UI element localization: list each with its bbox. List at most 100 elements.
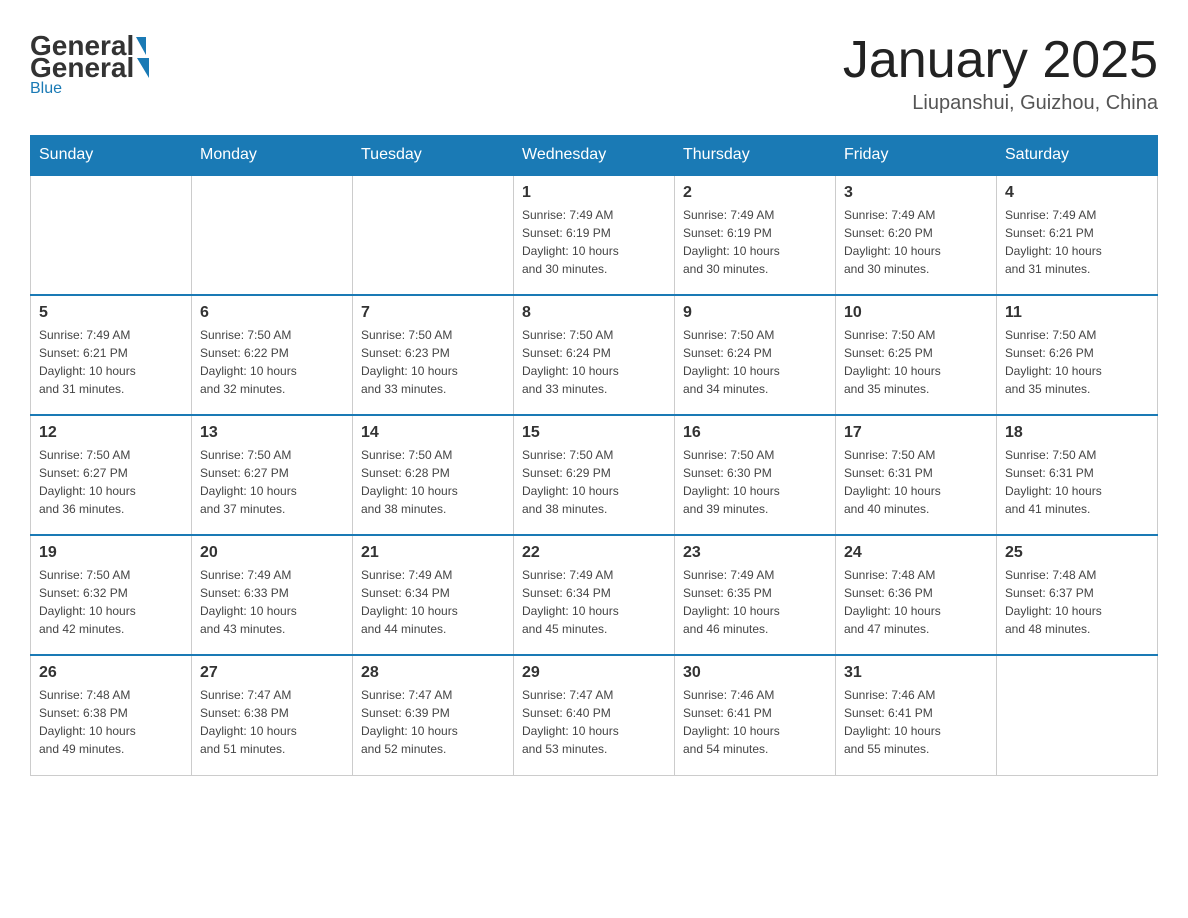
day-info: Sunrise: 7:50 AMSunset: 6:29 PMDaylight:…: [522, 446, 666, 518]
day-info: Sunrise: 7:50 AMSunset: 6:27 PMDaylight:…: [39, 446, 183, 518]
calendar-cell: 21 Sunrise: 7:49 AMSunset: 6:34 PMDayligh…: [353, 535, 514, 655]
day-number: 23: [683, 544, 827, 562]
calendar-cell: 31 Sunrise: 7:46 AMSunset: 6:41 PMDayligh…: [836, 655, 997, 775]
calendar-cell: 8Sunrise: 7:50 AMSunset: 6:24 PMDaylight…: [514, 295, 675, 415]
calendar-cell: 5Sunrise: 7:49 AMSunset: 6:21 PMDaylight…: [31, 295, 192, 415]
month-title: January 2025: [843, 30, 1158, 90]
day-number: 12: [39, 424, 183, 442]
day-number: 31: [844, 664, 988, 682]
day-number: 9: [683, 304, 827, 322]
day-info: Sunrise: 7:49 AMSunset: 6:20 PMDaylight:…: [844, 206, 988, 278]
calendar-cell: 14 Sunrise: 7:50 AMSunset: 6:28 PMDayligh…: [353, 415, 514, 535]
day-number: 14: [361, 424, 505, 442]
day-info: Sunrise: 7:50 AMSunset: 6:32 PMDaylight:…: [39, 566, 183, 638]
calendar-cell: 7 Sunrise: 7:50 AMSunset: 6:23 PMDaylight…: [353, 295, 514, 415]
day-number: 21: [361, 544, 505, 562]
calendar-week-4: 19 Sunrise: 7:50 AMSunset: 6:32 PMDayligh…: [31, 535, 1158, 655]
day-number: 3: [844, 184, 988, 202]
calendar-week-1: 1 Sunrise: 7:49 AMSunset: 6:19 PMDaylight…: [31, 175, 1158, 295]
calendar-cell: 29 Sunrise: 7:47 AMSunset: 6:40 PMDayligh…: [514, 655, 675, 775]
calendar-header-monday: Monday: [192, 136, 353, 176]
day-info: Sunrise: 7:50 AMSunset: 6:30 PMDaylight:…: [683, 446, 827, 518]
calendar-cell: 15 Sunrise: 7:50 AMSunset: 6:29 PMDayligh…: [514, 415, 675, 535]
day-number: 6: [200, 304, 344, 322]
calendar-cell: 17 Sunrise: 7:50 AMSunset: 6:31 PMDayligh…: [836, 415, 997, 535]
day-number: 17: [844, 424, 988, 442]
day-number: 18: [1005, 424, 1149, 442]
day-number: 28: [361, 664, 505, 682]
day-info: Sunrise: 7:50 AMSunset: 6:25 PMDaylight:…: [844, 326, 988, 398]
calendar-cell: 23Sunrise: 7:49 AMSunset: 6:35 PMDayligh…: [675, 535, 836, 655]
day-info: Sunrise: 7:50 AMSunset: 6:24 PMDaylight:…: [522, 326, 666, 398]
calendar-cell: 22 Sunrise: 7:49 AMSunset: 6:34 PMDayligh…: [514, 535, 675, 655]
day-number: 7: [361, 304, 505, 322]
day-info: Sunrise: 7:50 AMSunset: 6:31 PMDaylight:…: [844, 446, 988, 518]
calendar-cell: 20 Sunrise: 7:49 AMSunset: 6:33 PMDayligh…: [192, 535, 353, 655]
page-header: General General Blue January 2025 Liupan…: [30, 30, 1158, 115]
day-number: 15: [522, 424, 666, 442]
calendar-cell: 30 Sunrise: 7:46 AMSunset: 6:41 PMDayligh…: [675, 655, 836, 775]
calendar-cell: [997, 655, 1158, 775]
calendar-cell: 10 Sunrise: 7:50 AMSunset: 6:25 PMDayligh…: [836, 295, 997, 415]
calendar-header-thursday: Thursday: [675, 136, 836, 176]
calendar-week-2: 5Sunrise: 7:49 AMSunset: 6:21 PMDaylight…: [31, 295, 1158, 415]
calendar-cell: 11 Sunrise: 7:50 AMSunset: 6:26 PMDayligh…: [997, 295, 1158, 415]
calendar-cell: 4Sunrise: 7:49 AMSunset: 6:21 PMDaylight…: [997, 175, 1158, 295]
day-info: Sunrise: 7:49 AMSunset: 6:34 PMDaylight:…: [361, 566, 505, 638]
calendar-cell: 2Sunrise: 7:49 AMSunset: 6:19 PMDaylight…: [675, 175, 836, 295]
day-info: Sunrise: 7:47 AMSunset: 6:39 PMDaylight:…: [361, 686, 505, 758]
day-number: 20: [200, 544, 344, 562]
day-number: 11: [1005, 304, 1149, 322]
day-number: 10: [844, 304, 988, 322]
day-number: 29: [522, 664, 666, 682]
calendar-cell: 6 Sunrise: 7:50 AMSunset: 6:22 PMDaylight…: [192, 295, 353, 415]
calendar-header-friday: Friday: [836, 136, 997, 176]
day-info: Sunrise: 7:47 AMSunset: 6:38 PMDaylight:…: [200, 686, 344, 758]
logo: General General Blue: [30, 30, 152, 98]
day-info: Sunrise: 7:50 AMSunset: 6:26 PMDaylight:…: [1005, 326, 1149, 398]
day-number: 27: [200, 664, 344, 682]
logo-blue-text: Blue: [30, 80, 62, 98]
calendar-cell: [31, 175, 192, 295]
day-number: 25: [1005, 544, 1149, 562]
day-info: Sunrise: 7:50 AMSunset: 6:24 PMDaylight:…: [683, 326, 827, 398]
day-number: 16: [683, 424, 827, 442]
calendar-week-3: 12 Sunrise: 7:50 AMSunset: 6:27 PMDayligh…: [31, 415, 1158, 535]
day-info: Sunrise: 7:50 AMSunset: 6:22 PMDaylight:…: [200, 326, 344, 398]
day-info: Sunrise: 7:46 AMSunset: 6:41 PMDaylight:…: [683, 686, 827, 758]
day-info: Sunrise: 7:49 AMSunset: 6:19 PMDaylight:…: [683, 206, 827, 278]
calendar-cell: 19 Sunrise: 7:50 AMSunset: 6:32 PMDayligh…: [31, 535, 192, 655]
logo-triangle-icon: [137, 58, 149, 78]
title-section: January 2025 Liupanshui, Guizhou, China: [843, 30, 1158, 115]
calendar-header-saturday: Saturday: [997, 136, 1158, 176]
day-info: Sunrise: 7:50 AMSunset: 6:23 PMDaylight:…: [361, 326, 505, 398]
day-number: 19: [39, 544, 183, 562]
day-info: Sunrise: 7:46 AMSunset: 6:41 PMDaylight:…: [844, 686, 988, 758]
day-info: Sunrise: 7:47 AMSunset: 6:40 PMDaylight:…: [522, 686, 666, 758]
day-info: Sunrise: 7:50 AMSunset: 6:27 PMDaylight:…: [200, 446, 344, 518]
day-info: Sunrise: 7:49 AMSunset: 6:34 PMDaylight:…: [522, 566, 666, 638]
calendar-cell: 18 Sunrise: 7:50 AMSunset: 6:31 PMDayligh…: [997, 415, 1158, 535]
calendar-cell: 25 Sunrise: 7:48 AMSunset: 6:37 PMDayligh…: [997, 535, 1158, 655]
day-number: 30: [683, 664, 827, 682]
day-number: 1: [522, 184, 666, 202]
day-info: Sunrise: 7:49 AMSunset: 6:33 PMDaylight:…: [200, 566, 344, 638]
day-info: Sunrise: 7:49 AMSunset: 6:19 PMDaylight:…: [522, 206, 666, 278]
day-info: Sunrise: 7:48 AMSunset: 6:37 PMDaylight:…: [1005, 566, 1149, 638]
calendar-table: SundayMondayTuesdayWednesdayThursdayFrid…: [30, 135, 1158, 776]
calendar-cell: 28 Sunrise: 7:47 AMSunset: 6:39 PMDayligh…: [353, 655, 514, 775]
calendar-cell: 3 Sunrise: 7:49 AMSunset: 6:20 PMDaylight…: [836, 175, 997, 295]
calendar-cell: 1 Sunrise: 7:49 AMSunset: 6:19 PMDaylight…: [514, 175, 675, 295]
day-info: Sunrise: 7:49 AMSunset: 6:21 PMDaylight:…: [1005, 206, 1149, 278]
day-info: Sunrise: 7:50 AMSunset: 6:31 PMDaylight:…: [1005, 446, 1149, 518]
day-number: 13: [200, 424, 344, 442]
calendar-header-sunday: Sunday: [31, 136, 192, 176]
day-info: Sunrise: 7:49 AMSunset: 6:21 PMDaylight:…: [39, 326, 183, 398]
calendar-cell: 16 Sunrise: 7:50 AMSunset: 6:30 PMDayligh…: [675, 415, 836, 535]
day-number: 24: [844, 544, 988, 562]
calendar-cell: 27 Sunrise: 7:47 AMSunset: 6:38 PMDayligh…: [192, 655, 353, 775]
day-info: Sunrise: 7:50 AMSunset: 6:28 PMDaylight:…: [361, 446, 505, 518]
calendar-header-row: SundayMondayTuesdayWednesdayThursdayFrid…: [31, 136, 1158, 176]
calendar-cell: 13 Sunrise: 7:50 AMSunset: 6:27 PMDayligh…: [192, 415, 353, 535]
day-number: 22: [522, 544, 666, 562]
